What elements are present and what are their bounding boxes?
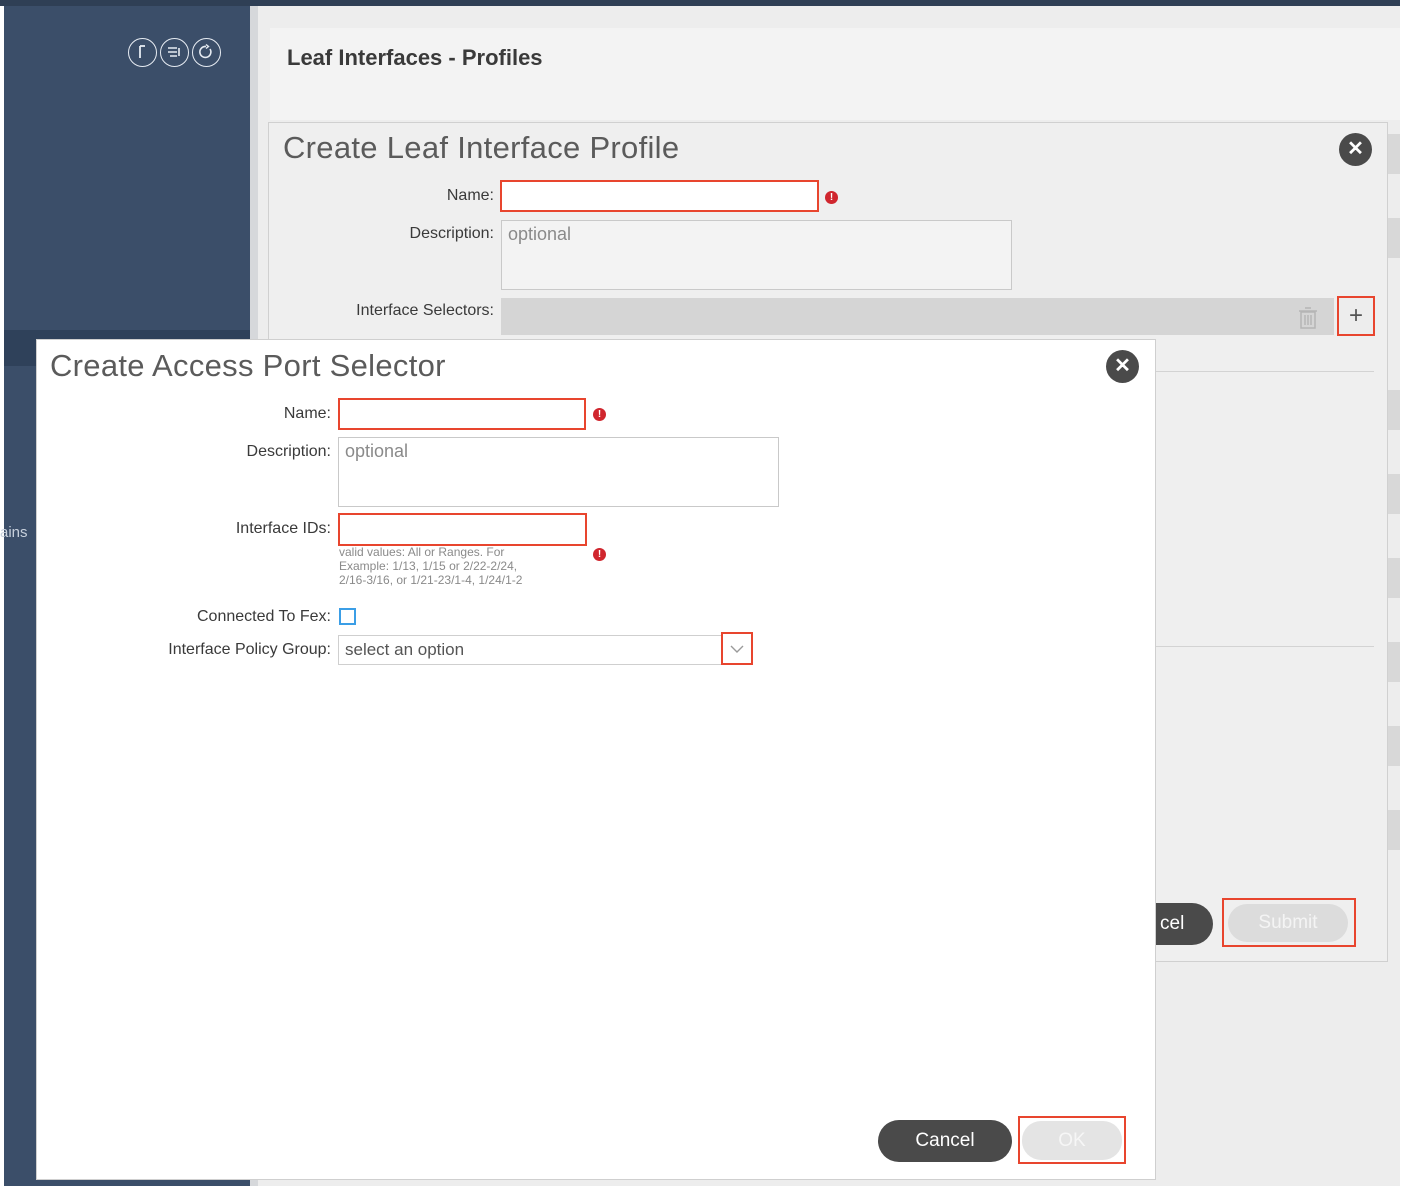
trash-icon[interactable] xyxy=(1298,307,1318,334)
hint-line: Example: 1/13, 1/15 or 2/22-2/24, xyxy=(339,559,518,573)
divider xyxy=(1156,646,1374,647)
leaf-profile-dialog-title: Create Leaf Interface Profile xyxy=(283,130,680,165)
leaf-profile-name-input[interactable] xyxy=(500,180,819,212)
chevron-down-icon[interactable] xyxy=(721,632,753,665)
access-port-name-required-icon: ! xyxy=(593,408,606,421)
leaf-profile-name-required-icon: ! xyxy=(825,191,838,204)
connected-to-fex-checkbox[interactable] xyxy=(339,608,356,625)
interface-policy-group-select[interactable]: select an option xyxy=(338,635,753,665)
interface-policy-group-label: Interface Policy Group: xyxy=(168,641,331,658)
background-table-stripes xyxy=(1388,134,1400,984)
cancel-button-visible-label: cel xyxy=(1160,913,1185,934)
connected-to-fex-label: Connected To Fex: xyxy=(196,608,331,625)
main-header xyxy=(270,28,1400,120)
access-port-name-input[interactable] xyxy=(338,398,586,430)
sidebar-partial-label[interactable]: ains xyxy=(0,524,28,541)
sidebar-toolbar xyxy=(128,38,221,67)
access-port-cancel-button[interactable]: Cancel xyxy=(878,1120,1012,1162)
interface-ids-hint: valid values: All or Ranges. For Example… xyxy=(339,545,522,587)
hint-line: valid values: All or Ranges. For xyxy=(339,545,505,559)
list-circle-icon[interactable] xyxy=(160,38,189,67)
hint-line: 2/16-3/16, or 1/21-23/1-4, 1/24/1-2 xyxy=(339,573,523,587)
add-selector-plus-icon[interactable]: + xyxy=(1337,296,1375,336)
refresh-circle-icon[interactable] xyxy=(192,38,221,67)
select-placeholder: select an option xyxy=(345,640,465,659)
access-port-name-label: Name: xyxy=(283,405,331,422)
interface-selectors-table-header xyxy=(501,298,1334,335)
page-title: Leaf Interfaces - Profiles xyxy=(287,45,543,70)
interface-ids-label: Interface IDs: xyxy=(235,520,331,537)
interface-selectors-label: Interface Selectors: xyxy=(356,302,494,319)
leaf-profile-description-textarea[interactable]: optional xyxy=(501,220,1012,290)
leaf-profile-description-label: Description: xyxy=(409,225,494,242)
access-port-description-label: Description: xyxy=(246,443,331,460)
ok-button[interactable]: OK xyxy=(1022,1121,1122,1160)
access-port-description-textarea[interactable]: optional xyxy=(338,437,779,507)
interface-ids-required-icon: ! xyxy=(593,548,606,561)
interface-ids-input[interactable] xyxy=(338,513,587,546)
leaf-profile-name-label: Name: xyxy=(446,187,494,204)
submit-button[interactable]: Submit xyxy=(1228,904,1348,942)
access-port-dialog-title: Create Access Port Selector xyxy=(50,348,446,383)
info-circle-icon[interactable] xyxy=(128,38,157,67)
divider xyxy=(1156,371,1374,372)
access-port-close-icon[interactable]: ✕ xyxy=(1106,350,1139,383)
leaf-profile-close-icon[interactable]: ✕ xyxy=(1339,133,1372,166)
